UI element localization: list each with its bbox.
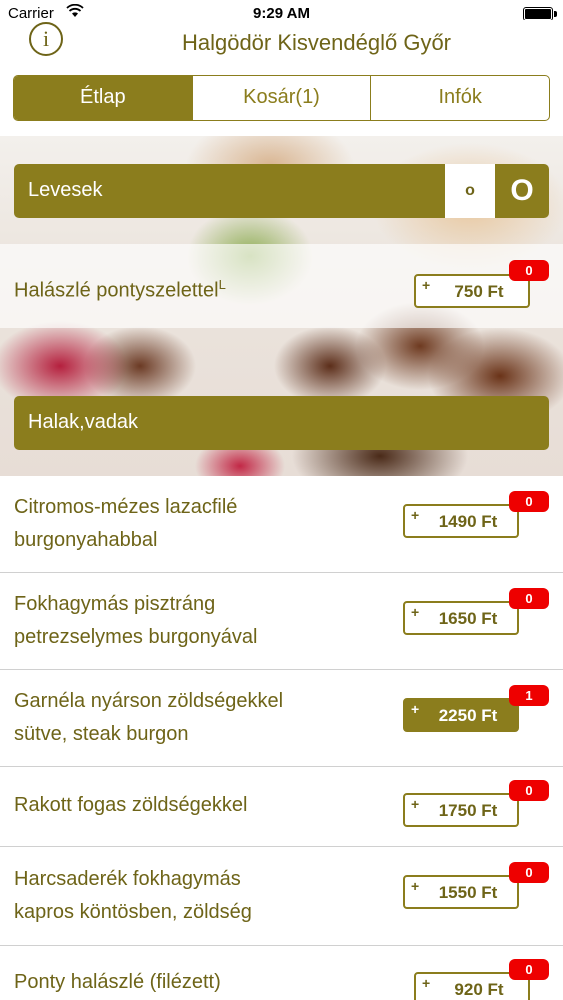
dish-row[interactable]: Rakott fogas zöldségekkel + 1750 Ft 0 [0, 767, 563, 847]
dish-name: Citromos-mézes lazacfilé burgonyahabbal [14, 496, 238, 551]
category-header-levesek[interactable]: Levesek o O [14, 164, 549, 218]
plus-icon: + [422, 975, 431, 991]
plus-icon: + [411, 796, 420, 812]
dish-row[interactable]: Fokhagymás pisztráng petrezselymes burgo… [0, 573, 563, 670]
plus-icon: + [411, 878, 420, 894]
dish-row[interactable]: Halászlé pontyszelettelL + 750 Ft 0 [0, 244, 563, 328]
tab-kosar[interactable]: Kosár(1) [193, 76, 372, 120]
dish-name: Halászlé pontyszelettelL [14, 277, 226, 302]
quantity-badge: 0 [509, 862, 549, 883]
info-button[interactable]: i [29, 22, 63, 56]
quantity-badge: 0 [509, 959, 549, 980]
plus-icon: + [411, 507, 420, 523]
quantity-badge: 0 [509, 780, 549, 801]
price-label: 920 Ft [454, 980, 504, 999]
collapse-toggle-button[interactable]: o [445, 164, 495, 218]
add-to-cart-button[interactable]: + 1550 Ft [403, 875, 519, 909]
price-label: 750 Ft [454, 282, 504, 301]
price-label: 2250 Ft [438, 706, 498, 725]
tab-etlap[interactable]: Étlap [14, 76, 193, 120]
quantity-badge: 1 [509, 685, 549, 706]
dish-name: Harcsaderék fokhagymás kapros köntösben,… [14, 868, 252, 923]
app-title: Halgödör Kisvendéglő Győr [181, 30, 452, 55]
app-header: i Halgödör Kisvendéglő Győr [0, 20, 563, 68]
dish-name: Ponty halászlé (filézett) [14, 971, 221, 993]
price-label: 1490 Ft [438, 512, 498, 531]
menu-list[interactable]: Levesek o O Halászlé pontyszelettelL + 7… [0, 136, 563, 1000]
quantity-badge: 0 [509, 260, 549, 281]
quantity-badge: 0 [509, 491, 549, 512]
dish-row[interactable]: Garnéla nyárson zöldségekkel sütve, stea… [0, 670, 563, 767]
battery-icon [523, 7, 557, 21]
dish-row[interactable]: Ponty halászlé (filézett) + 920 Ft 0 [0, 946, 563, 1000]
price-label: 1650 Ft [438, 609, 498, 628]
dish-row[interactable]: Harcsaderék fokhagymás kapros köntösben,… [0, 847, 563, 946]
quantity-badge: 0 [509, 588, 549, 609]
plus-icon: + [422, 277, 431, 293]
expand-toggle-button[interactable]: O [495, 164, 549, 218]
category-label: Levesek [28, 179, 103, 201]
segmented-tabs: Étlap Kosár(1) Infók [13, 75, 550, 121]
price-label: 1750 Ft [438, 801, 498, 820]
add-to-cart-button[interactable]: + 1650 Ft [403, 601, 519, 635]
dish-name: Rakott fogas zöldségekkel [14, 794, 248, 816]
tab-infok[interactable]: Infók [371, 76, 549, 120]
category-label: Halak,vadak [28, 411, 139, 433]
plus-icon: + [411, 604, 420, 620]
category-header-halak-vadak[interactable]: Halak,vadak [14, 396, 549, 450]
dish-row[interactable]: Citromos-mézes lazacfilé burgonyahabbal … [0, 476, 563, 573]
plus-icon: + [411, 701, 420, 717]
dish-name: Fokhagymás pisztráng petrezselymes burgo… [14, 593, 258, 648]
add-to-cart-button[interactable]: + 1750 Ft [403, 793, 519, 827]
price-label: 1550 Ft [438, 883, 498, 902]
add-to-cart-button[interactable]: + 2250 Ft [403, 698, 519, 732]
dish-name: Garnéla nyárson zöldségekkel sütve, stea… [14, 690, 284, 745]
add-to-cart-button[interactable]: + 1490 Ft [403, 504, 519, 538]
